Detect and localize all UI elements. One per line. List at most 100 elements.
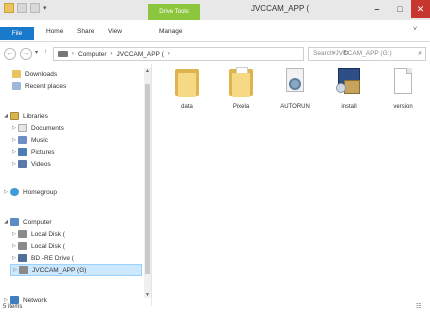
sidebar-item-bd-drive[interactable]: ▷ BD -RE Drive ( [10,252,74,264]
file-item-version[interactable]: version [378,66,428,110]
videos-icon [18,160,27,168]
scrollbar-thumb[interactable] [145,84,150,274]
back-button[interactable]: ← [4,48,16,60]
sidebar-item-label: JVCCAM_APP (G) [32,266,87,274]
expanded-arrow-icon[interactable]: ◢ [2,113,10,119]
tab-share[interactable]: Share [77,28,94,35]
file-name: Pixela [232,104,250,110]
sidebar-item-videos[interactable]: ▷ Videos [10,158,51,170]
close-button[interactable]: ✕ [411,0,430,18]
sidebar-item-label: Videos [31,160,51,168]
breadcrumb-separator-icon: › [72,51,74,57]
scroll-up-icon[interactable]: ▲ [144,68,151,74]
local-disk-icon [18,242,27,250]
search-placeholder: Search JVCCAM_APP (G:) [313,50,392,57]
sidebar-item-label: Music [31,136,48,144]
installer-icon [334,66,364,98]
sidebar-item-music[interactable]: ▷ Music [10,134,48,146]
expanded-arrow-icon[interactable]: ◢ [2,219,10,225]
navigation-pane: Downloads Recent places ◢ Libraries ▷ Do… [0,64,152,306]
ribbon: File Home Share View Manage ˅ [0,20,430,42]
drive-tools-tab[interactable]: Drive Tools [148,4,200,20]
computer-icon [10,218,19,226]
drive-icon [58,51,68,57]
collapsed-arrow-icon[interactable]: ▷ [10,255,18,261]
tab-manage[interactable]: Manage [159,28,183,35]
downloads-folder-icon [12,70,21,78]
pictures-icon [18,148,27,156]
search-icon: ⌕ [418,50,422,57]
tab-file[interactable]: File [0,27,34,40]
sidebar-item-label: Pictures [31,148,55,156]
sidebar-item-label: Libraries [23,112,48,120]
file-list: data Pixela AUTORUN install version [162,66,428,126]
tab-view[interactable]: View [108,28,122,35]
sidebar-item-label: Homegroup [23,188,57,196]
collapsed-arrow-icon[interactable]: ▷ [10,231,18,237]
collapsed-arrow-icon[interactable]: ▷ [10,149,18,155]
details-view-icon[interactable]: ☷ [416,303,421,310]
sidebar-item-recent-places[interactable]: Recent places [4,80,66,92]
sidebar-item-label: Local Disk ( [31,230,65,238]
folder-icon [226,66,256,98]
window-title: JVCCAM_APP ( [250,4,310,13]
sidebar-item-label: BD -RE Drive ( [31,254,74,262]
folder-icon [172,66,202,98]
collapsed-arrow-icon[interactable]: ▷ [11,267,19,273]
homegroup-icon [10,188,19,196]
properties-icon[interactable] [17,3,27,13]
sidebar-item-label: Documents [31,124,64,132]
recent-locations-icon[interactable]: ▾ [35,49,38,56]
item-count: 5 items [3,304,23,310]
sidebar-item-label: Computer [23,218,52,226]
sidebar-item-local-disk-2[interactable]: ▷ Local Disk ( [10,240,65,252]
collapsed-arrow-icon[interactable]: ▷ [2,189,10,195]
breadcrumb-separator-icon: › [110,51,113,57]
tab-home[interactable]: Home [46,28,63,35]
title-bar: ▾ Drive Tools JVCCAM_APP ( – □ ✕ [0,0,430,20]
file-name: version [393,104,413,110]
sidebar-item-downloads[interactable]: Downloads [4,68,57,80]
scroll-down-icon[interactable]: ▼ [144,292,151,298]
collapsed-arrow-icon[interactable]: ▷ [10,125,18,131]
file-item-data[interactable]: data [162,66,212,110]
quick-access-toolbar: ▾ [4,3,47,13]
navigation-scrollbar[interactable]: ▲ ▼ [144,68,151,298]
sidebar-item-label: Local Disk ( [31,242,65,250]
file-item-autorun[interactable]: AUTORUN [270,66,320,110]
sidebar-item-local-disk-1[interactable]: ▷ Local Disk ( [10,228,65,240]
customize-toolbar-icon[interactable]: ▾ [43,4,47,12]
file-name: AUTORUN [280,104,310,110]
text-file-icon [388,66,418,98]
up-button[interactable]: ↑ [44,49,47,55]
minimize-button[interactable]: – [365,0,389,18]
libraries-icon [10,112,19,120]
sidebar-item-pictures[interactable]: ▷ Pictures [10,146,54,158]
collapsed-arrow-icon[interactable]: ▷ [10,243,18,249]
sidebar-item-label: Recent places [25,82,67,90]
file-item-pixela[interactable]: Pixela [216,66,266,110]
file-item-install[interactable]: install [324,66,374,110]
forward-button[interactable]: → [20,48,32,60]
maximize-button[interactable]: □ [389,0,411,18]
address-bar[interactable]: › Computer › JVCCAM_APP ( › ˅ ↻ [53,47,349,61]
status-bar: 5 items ☷ [0,303,430,313]
search-input[interactable]: Search JVCCAM_APP (G:) ⌕ [308,47,426,61]
breadcrumb-computer[interactable]: Computer [78,51,107,58]
sidebar-item-jvccam-app[interactable]: ▷ JVCCAM_APP (G) [10,264,142,276]
camera-drive-icon [19,266,28,274]
file-name: data [181,104,193,110]
sidebar-item-libraries[interactable]: ◢ Libraries [2,110,48,122]
sidebar-item-documents[interactable]: ▷ Documents [10,122,64,134]
sidebar-item-label: Downloads [25,70,58,78]
breadcrumb-drive[interactable]: JVCCAM_APP ( [117,51,164,58]
bd-drive-icon [18,254,27,262]
folder-icon[interactable] [4,3,14,13]
collapsed-arrow-icon[interactable]: ▷ [10,161,18,167]
collapsed-arrow-icon[interactable]: ▷ [10,137,18,143]
expand-ribbon-icon[interactable]: ˅ [413,26,417,33]
sidebar-item-computer[interactable]: ◢ Computer [2,216,52,228]
file-name: install [341,104,357,110]
new-folder-icon[interactable] [30,3,40,13]
sidebar-item-homegroup[interactable]: ▷ Homegroup [2,186,57,198]
